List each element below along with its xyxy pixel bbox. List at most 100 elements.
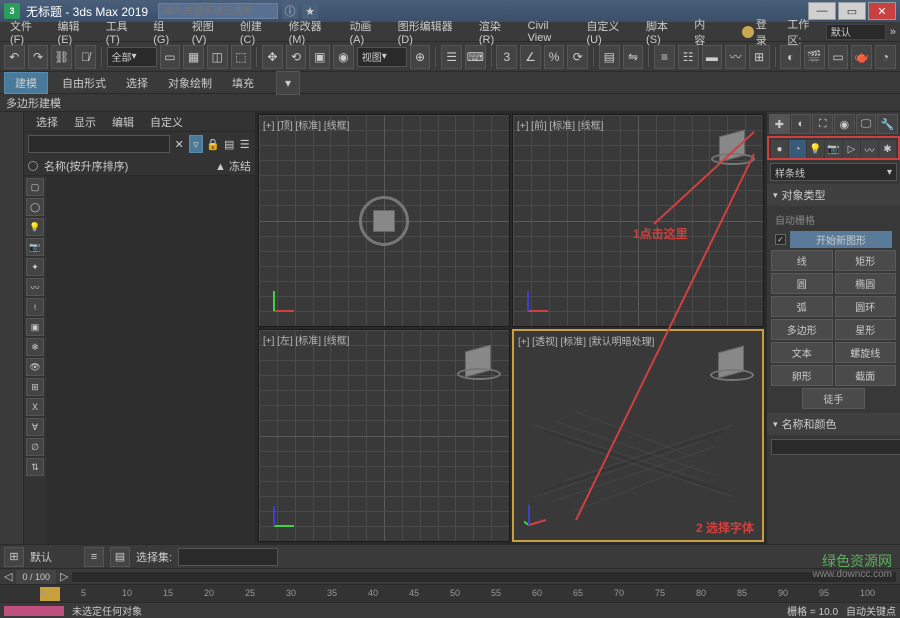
category-dropdown[interactable]: 样条线▾	[770, 163, 897, 181]
filter-shape-icon[interactable]: ◯	[26, 198, 44, 216]
btn-text[interactable]: 文本	[771, 342, 833, 363]
filter-container-icon[interactable]: ▣	[26, 318, 44, 336]
curve-editor-button[interactable]: 〰	[725, 45, 746, 69]
btn-freehand[interactable]: 徒手	[802, 388, 865, 409]
undo-button[interactable]: ↶	[4, 45, 25, 69]
helpers-icon[interactable]: ▷	[843, 140, 860, 158]
iso-icon[interactable]: ▤	[110, 547, 130, 567]
vp-top-label[interactable]: [+] [顶] [标准] [线框]	[263, 117, 349, 132]
menu-create[interactable]: 创建(C)	[234, 16, 283, 48]
btn-ngon[interactable]: 多边形	[771, 319, 833, 340]
named-selection-button[interactable]: ▤	[599, 45, 620, 69]
spinner-snap-button[interactable]: ⟳	[567, 45, 588, 69]
se-filter-icon[interactable]: ▿	[189, 135, 204, 153]
vp-left-label[interactable]: [+] [左] [标准] [线框]	[263, 332, 349, 347]
hierarchy-tab[interactable]: ⛶	[812, 114, 833, 134]
layer-button[interactable]: ☷	[678, 45, 699, 69]
motion-tab[interactable]: ◉	[834, 114, 855, 134]
snap-button[interactable]: 3	[496, 45, 517, 69]
filter-geometry-icon[interactable]: ▢	[26, 178, 44, 196]
workspace-input[interactable]	[826, 24, 886, 40]
systems-icon[interactable]: ✱	[879, 140, 896, 158]
filter-combo[interactable]: 全部 ▾	[107, 47, 157, 67]
start-new-checkbox[interactable]: ✓	[775, 234, 786, 245]
filter-frozen-icon[interactable]: ❄	[26, 338, 44, 356]
lights-icon[interactable]: 💡	[807, 140, 824, 158]
ribbon-selection[interactable]: 选择	[120, 73, 154, 93]
se-tab-select[interactable]: 选择	[28, 112, 66, 132]
menu-modifiers[interactable]: 修改器(M)	[283, 16, 344, 48]
filter-hidden-icon[interactable]: 👁	[26, 358, 44, 376]
vp-front-label[interactable]: [+] [前] [标准] [线框]	[517, 117, 603, 132]
chevron-icon[interactable]: »	[890, 26, 896, 38]
btn-section[interactable]: 截面	[835, 365, 897, 386]
layout-icon[interactable]: ⊞	[4, 547, 24, 567]
rollout-object-type[interactable]: 对象类型	[767, 184, 900, 206]
rollout-name-color[interactable]: 名称和颜色	[767, 413, 900, 435]
layers-icon[interactable]: ≡	[84, 547, 104, 567]
redo-button[interactable]: ↷	[28, 45, 49, 69]
render-frame-button[interactable]: ▭	[828, 45, 849, 69]
menu-edit[interactable]: 编辑(E)	[52, 16, 100, 48]
se-visibility-icon[interactable]	[28, 161, 38, 171]
time-slider-value[interactable]: 0 / 100	[16, 570, 56, 584]
unlink-button[interactable]: ⛓̸	[75, 45, 96, 69]
viewport-top[interactable]: [+] [顶] [标准] [线框]	[258, 114, 510, 327]
rotate-button[interactable]: ⟲	[286, 45, 307, 69]
filter-all-icon[interactable]: ∀	[26, 418, 44, 436]
btn-donut[interactable]: 圆环	[835, 296, 897, 317]
se-name-column[interactable]: 名称(按升序排序)	[44, 158, 209, 174]
open-slate-button[interactable]: ◔	[875, 45, 896, 69]
btn-line[interactable]: 线	[771, 250, 833, 271]
ribbon-expand-icon[interactable]: ▾	[276, 71, 300, 95]
se-lock-icon[interactable]: 🔒	[206, 136, 220, 152]
viewcube-icon[interactable]	[711, 123, 755, 167]
ribbon-objpaint[interactable]: 对象绘制	[162, 73, 218, 93]
autokey-label[interactable]: 自动关键点	[846, 603, 896, 618]
angle-snap-button[interactable]: ∠	[520, 45, 541, 69]
render-setup-button[interactable]: 🎬	[804, 45, 825, 69]
menu-file[interactable]: 文件(F)	[4, 16, 52, 48]
se-more-icon[interactable]: ☰	[238, 136, 251, 152]
schematic-button[interactable]: ⊞	[749, 45, 770, 69]
timeline[interactable]: 0510152025303540455055606570758085909510…	[0, 584, 900, 602]
ribbon-toggle-button[interactable]: ▬	[702, 45, 723, 69]
display-tab[interactable]: 🖵	[856, 114, 877, 134]
se-tab-custom[interactable]: 自定义	[142, 112, 191, 132]
filter-none-icon[interactable]: ∅	[26, 438, 44, 456]
window-crossing-button[interactable]: ⬚	[231, 45, 252, 69]
select-region-button[interactable]: ◫	[207, 45, 228, 69]
se-tab-edit[interactable]: 编辑	[104, 112, 142, 132]
filter-camera-icon[interactable]: 📷	[26, 238, 44, 256]
btn-egg[interactable]: 卵形	[771, 365, 833, 386]
modify-tab[interactable]: ◐	[791, 114, 812, 134]
create-tab[interactable]: ✚	[769, 114, 790, 134]
menu-render[interactable]: 渲染(R)	[473, 16, 522, 48]
link-button[interactable]: ⛓	[51, 45, 72, 69]
render-button[interactable]: 🫖	[851, 45, 872, 69]
filter-bone-icon[interactable]: ⟊	[26, 298, 44, 316]
select-name-button[interactable]: ▦	[183, 45, 204, 69]
material-button[interactable]: ◐	[780, 45, 801, 69]
time-slider-bar[interactable]	[72, 572, 896, 582]
ribbon-populate[interactable]: 填充	[226, 73, 260, 93]
placement-button[interactable]: ◉	[333, 45, 354, 69]
ribbon-tab-modeling[interactable]: 建模	[4, 72, 48, 94]
refcoord-combo[interactable]: 视图 ▾	[357, 47, 407, 67]
move-button[interactable]: ✥	[262, 45, 283, 69]
scale-button[interactable]: ▣	[309, 45, 330, 69]
percent-snap-button[interactable]: %	[544, 45, 565, 69]
mirror-button[interactable]: ⇋	[623, 45, 644, 69]
filter-xref-icon[interactable]: X	[26, 398, 44, 416]
pivot-button[interactable]: ⊕	[410, 45, 431, 69]
btn-arc[interactable]: 弧	[771, 296, 833, 317]
select-button[interactable]: ▭	[160, 45, 181, 69]
shapes-icon[interactable]: ◔	[789, 140, 806, 158]
viewport-left[interactable]: [+] [左] [标准] [线框]	[258, 329, 510, 542]
utilities-tab[interactable]: 🔧	[877, 114, 898, 134]
menu-civilview[interactable]: Civil View	[522, 18, 581, 46]
viewport-front[interactable]: [+] [前] [标准] [线框] 1点击这里	[512, 114, 764, 327]
menu-graph[interactable]: 图形编辑器(D)	[392, 16, 473, 48]
menu-tools[interactable]: 工具(T)	[100, 16, 148, 48]
btn-circle[interactable]: 圆	[771, 273, 833, 294]
